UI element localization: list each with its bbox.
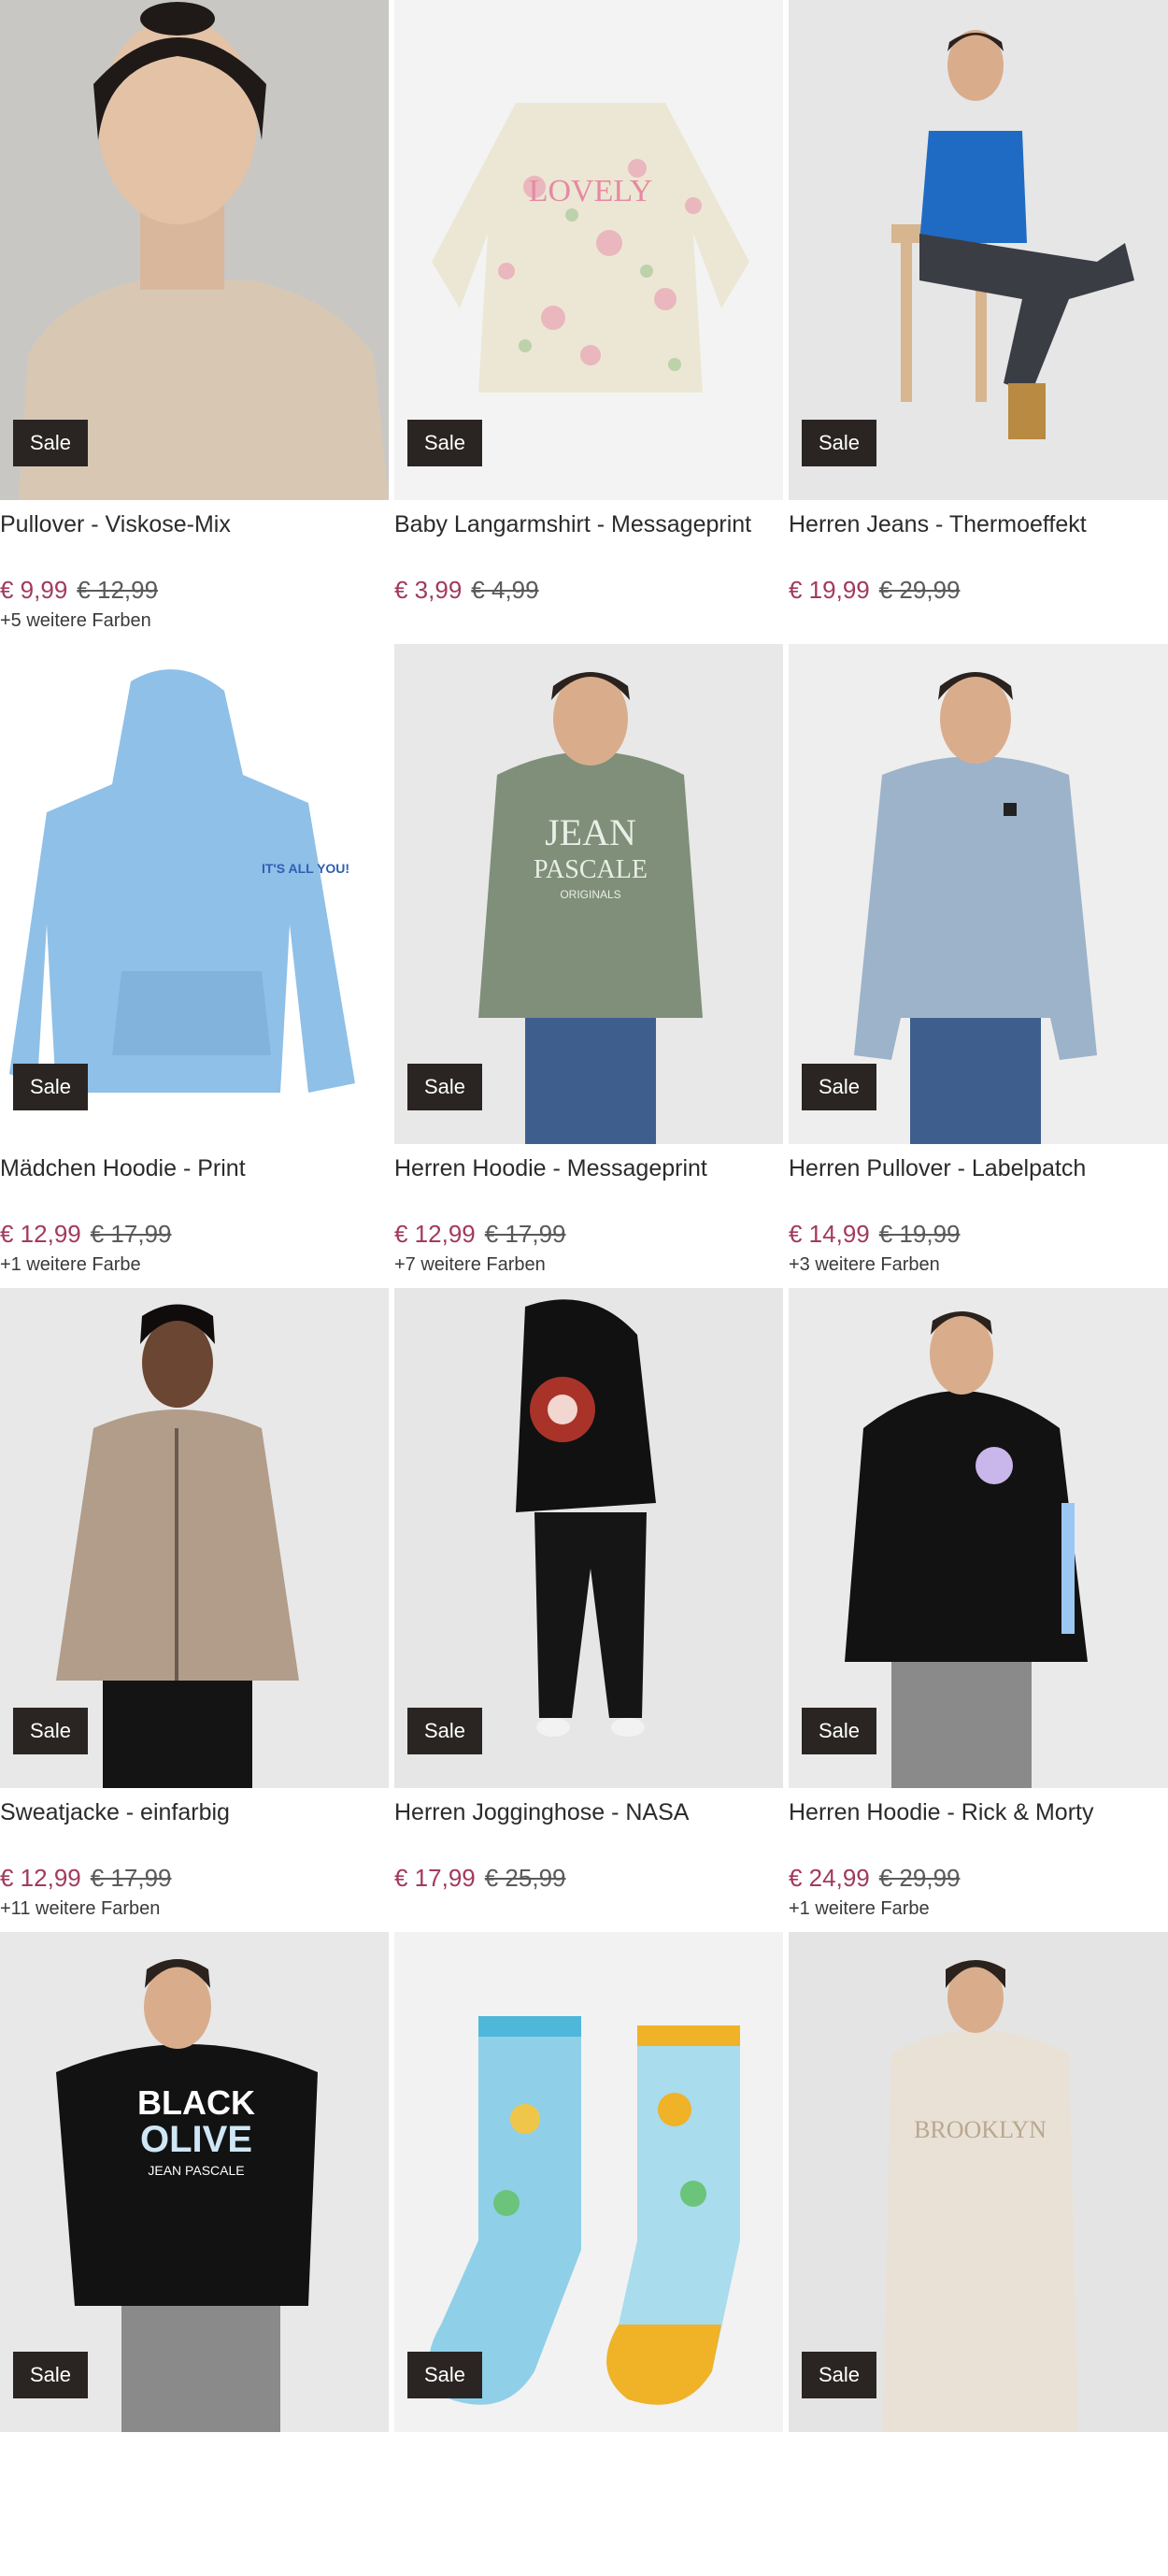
- print-jp-text: JEAN PASCALE: [148, 2163, 244, 2178]
- product-card[interactable]: JEAN PASCALE ORIGINALS Sale Herren Hoodi…: [394, 644, 783, 1288]
- print-olive-text: OLIVE: [140, 2119, 252, 2160]
- product-prices: € 12,99 € 17,99: [0, 1864, 389, 1893]
- product-card[interactable]: Sale Herren Jeans - Thermoeffekt € 19,99…: [789, 0, 1168, 644]
- product-image[interactable]: Sale: [789, 1288, 1168, 1788]
- original-price: € 29,99: [878, 575, 961, 604]
- original-price: € 17,99: [90, 1863, 172, 1892]
- product-image[interactable]: Sale: [394, 1932, 783, 2432]
- product-card[interactable]: LOVELY Sale Baby Langarmshirt - Messagep…: [394, 0, 783, 644]
- product-card[interactable]: IT'S ALL YOU! Sale Mädchen Hoodie - Prin…: [0, 644, 389, 1288]
- product-prices: € 17,99 € 25,99: [394, 1864, 783, 1893]
- product-title[interactable]: Herren Jeans - Thermoeffekt: [789, 509, 1168, 540]
- product-image[interactable]: LOVELY Sale: [394, 0, 783, 500]
- print-jean-text: JEAN: [545, 811, 636, 853]
- more-colors-link[interactable]: +3 weitere Farben: [789, 1254, 1168, 1276]
- more-colors-link[interactable]: +11 weitere Farben: [0, 1898, 389, 1920]
- product-image[interactable]: Sale: [789, 644, 1168, 1144]
- product-title[interactable]: Herren Hoodie - Messageprint: [394, 1153, 783, 1184]
- more-colors-link[interactable]: +1 weitere Farbe: [0, 1254, 389, 1276]
- sale-badge: Sale: [13, 2352, 89, 2398]
- product-image[interactable]: Sale: [0, 0, 389, 500]
- product-prices: € 12,99 € 17,99: [394, 1220, 783, 1249]
- product-card[interactable]: BROOKLYN Sale: [789, 1932, 1168, 2576]
- product-card[interactable]: Sale Herren Hoodie - Rick & Morty € 24,9…: [789, 1288, 1168, 1932]
- original-price: € 12,99: [77, 575, 159, 604]
- print-pascale-text: PASCALE: [534, 855, 648, 884]
- sale-badge: Sale: [13, 1708, 89, 1754]
- sale-badge: Sale: [802, 1064, 877, 1110]
- sale-badge: Sale: [802, 420, 877, 466]
- product-card[interactable]: Sale: [394, 1932, 783, 2576]
- product-card[interactable]: Sale Herren Jogginghose - NASA € 17,99 € …: [394, 1288, 783, 1932]
- product-grid: Sale Pullover - Viskose-Mix € 9,99 € 12,9…: [0, 0, 1168, 2576]
- sale-badge: Sale: [13, 420, 89, 466]
- print-originals-text: ORIGINALS: [560, 888, 620, 901]
- product-title[interactable]: Herren Jogginghose - NASA: [394, 1797, 783, 1828]
- sale-price: € 9,99: [0, 575, 68, 604]
- product-prices: € 9,99 € 12,99: [0, 576, 389, 605]
- sale-badge: Sale: [802, 1708, 877, 1754]
- product-image[interactable]: BLACK OLIVE JEAN PASCALE Sale: [0, 1932, 389, 2432]
- product-title[interactable]: Baby Langarmshirt - Messageprint: [394, 509, 783, 540]
- sale-price: € 12,99: [0, 1863, 81, 1892]
- product-title[interactable]: Sweatjacke - einfarbig: [0, 1797, 389, 1828]
- more-colors-link[interactable]: +1 weitere Farbe: [789, 1898, 1168, 1920]
- product-image[interactable]: Sale: [789, 0, 1168, 500]
- print-brooklyn-text: BROOKLYN: [914, 2116, 1047, 2143]
- print-its-you-text: IT'S ALL YOU!: [262, 861, 349, 876]
- product-prices: € 24,99 € 29,99: [789, 1864, 1168, 1893]
- sale-price: € 17,99: [394, 1863, 476, 1892]
- sale-badge: Sale: [13, 1064, 89, 1110]
- original-price: € 4,99: [471, 575, 539, 604]
- sale-price: € 24,99: [789, 1863, 870, 1892]
- sale-badge: Sale: [802, 2352, 877, 2398]
- product-image[interactable]: Sale: [394, 1288, 783, 1788]
- sale-badge: Sale: [407, 420, 483, 466]
- product-image[interactable]: JEAN PASCALE ORIGINALS Sale: [394, 644, 783, 1144]
- sale-price: € 3,99: [394, 575, 463, 604]
- sale-badge: Sale: [407, 2352, 483, 2398]
- sale-badge: Sale: [407, 1064, 483, 1110]
- sale-price: € 12,99: [394, 1219, 476, 1248]
- sale-price: € 19,99: [789, 575, 870, 604]
- more-colors-link[interactable]: +5 weitere Farben: [0, 610, 389, 632]
- product-title[interactable]: Mädchen Hoodie - Print: [0, 1153, 389, 1184]
- product-image[interactable]: Sale: [0, 1288, 389, 1788]
- original-price: € 17,99: [484, 1219, 566, 1248]
- product-title[interactable]: Herren Pullover - Labelpatch: [789, 1153, 1168, 1184]
- product-card[interactable]: Sale Pullover - Viskose-Mix € 9,99 € 12,9…: [0, 0, 389, 644]
- product-card[interactable]: BLACK OLIVE JEAN PASCALE Sale: [0, 1932, 389, 2576]
- product-title[interactable]: Herren Hoodie - Rick & Morty: [789, 1797, 1168, 1828]
- product-image[interactable]: BROOKLYN Sale: [789, 1932, 1168, 2432]
- product-prices: € 14,99 € 19,99: [789, 1220, 1168, 1249]
- original-price: € 25,99: [484, 1863, 566, 1892]
- original-price: € 29,99: [878, 1863, 961, 1892]
- product-title[interactable]: Pullover - Viskose-Mix: [0, 509, 389, 540]
- sale-price: € 14,99: [789, 1219, 870, 1248]
- sale-badge: Sale: [407, 1708, 483, 1754]
- print-lovely-text: LOVELY: [529, 174, 653, 208]
- product-prices: € 3,99 € 4,99: [394, 576, 783, 605]
- product-prices: € 19,99 € 29,99: [789, 576, 1168, 605]
- product-card[interactable]: Sale Sweatjacke - einfarbig € 12,99 € 17,…: [0, 1288, 389, 1932]
- original-price: € 19,99: [878, 1219, 961, 1248]
- product-prices: € 12,99 € 17,99: [0, 1220, 389, 1249]
- print-black-text: BLACK: [137, 2083, 255, 2122]
- original-price: € 17,99: [90, 1219, 172, 1248]
- more-colors-link[interactable]: +7 weitere Farben: [394, 1254, 783, 1276]
- product-image[interactable]: IT'S ALL YOU! Sale: [0, 644, 389, 1144]
- product-card[interactable]: Sale Herren Pullover - Labelpatch € 14,9…: [789, 644, 1168, 1288]
- sale-price: € 12,99: [0, 1219, 81, 1248]
